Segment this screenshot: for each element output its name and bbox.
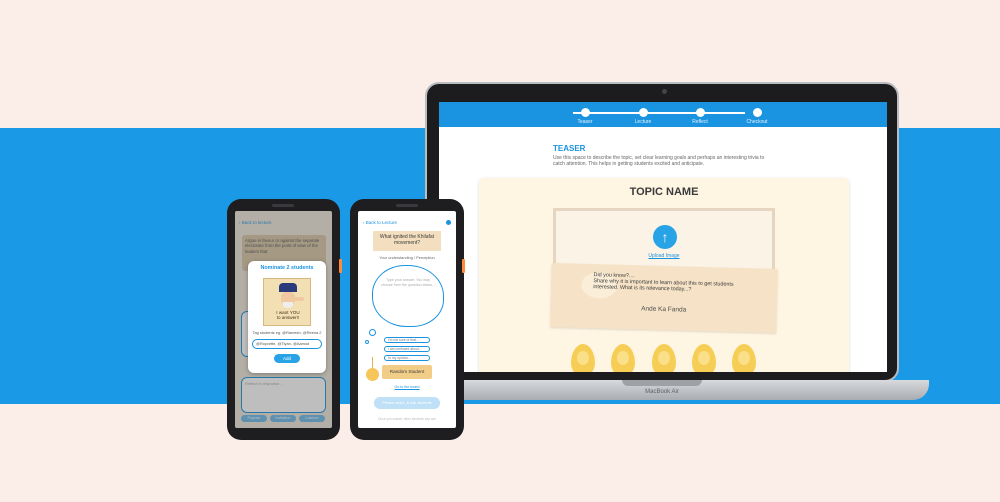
section-description: Use this space to describe the topic, se… <box>553 155 765 167</box>
laptop-lid: Teaser Lecture Reflect Checkout TEASER U… <box>425 82 899 382</box>
question-card: What ignited the Khilafat movement? <box>373 231 441 251</box>
trivia-text: Did you know?.... Share why it is import… <box>593 272 753 295</box>
back-link[interactable]: ‹ Back to Lecture <box>363 220 397 225</box>
tag-input[interactable]: @Roycette, @Tiyan, @Aamod <box>252 339 322 349</box>
thought-bubble-icon <box>369 329 376 336</box>
power-button <box>339 259 342 273</box>
trivia-card[interactable]: Did you know?.... Share why it is import… <box>550 263 778 333</box>
suggestion-pill[interactable]: I'm not sure of that... <box>384 337 430 343</box>
egg-icon[interactable] <box>732 344 756 372</box>
laptop-brand: MacBook Air <box>645 389 679 395</box>
egg-row <box>479 344 849 372</box>
beard-icon <box>283 302 293 308</box>
egg-icon[interactable] <box>611 344 635 372</box>
progress-stepper: Teaser Lecture Reflect Checkout <box>439 102 887 127</box>
step-label: Reflect <box>692 119 708 125</box>
step-label: Lecture <box>634 119 652 125</box>
reception-label: Your understanding / Perception <box>379 255 435 260</box>
egg-icon[interactable] <box>652 344 676 372</box>
step-dot-icon <box>695 108 705 117</box>
random-student-button[interactable]: Random Student <box>382 365 432 379</box>
step-label: Checkout <box>746 119 768 125</box>
showcase-stage: Teaser Lecture Reflect Checkout TEASER U… <box>0 0 1000 502</box>
laptop-base: MacBook Air <box>395 380 929 400</box>
laptop-notch <box>622 380 702 386</box>
egg-highlight <box>698 351 710 365</box>
poster-caption-line2: to answer!! <box>276 315 300 321</box>
step-teaser[interactable]: Teaser <box>565 108 605 125</box>
upload-image-link[interactable]: Upload Image <box>556 253 772 259</box>
egg-highlight <box>577 351 589 365</box>
suggestion-pill[interactable]: I am confused about... <box>384 346 430 352</box>
phone-right: ‹ Back to Lecture What ignited the Khila… <box>350 199 465 440</box>
answer-cloud-input[interactable]: Type your answer. You may choose from th… <box>372 265 444 327</box>
speaker-icon <box>272 204 294 207</box>
topic-name-heading[interactable]: TOPIC NAME <box>479 186 849 198</box>
trivia-author: Ande Ka Fanda <box>641 305 687 314</box>
board-link[interactable]: Go to the board <box>358 385 456 389</box>
add-button[interactable]: Add <box>274 354 300 363</box>
poster-caption: I want YOU to answer!! <box>264 310 312 320</box>
step-dot-icon <box>752 108 762 117</box>
egg-highlight <box>738 351 750 365</box>
phone-left-screen: ‹ Back to lecture Argue in favour or aga… <box>235 211 332 428</box>
step-reflect[interactable]: Reflect <box>680 108 720 125</box>
pointing-hand-icon <box>294 297 304 301</box>
camera-icon <box>662 89 667 94</box>
suggestion-pill[interactable]: In my opinion... <box>384 355 430 361</box>
arrow-up-icon[interactable]: ↑ <box>653 225 677 249</box>
section-title: TEASER <box>553 144 586 153</box>
phone-left: ‹ Back to lecture Argue in favour or aga… <box>227 199 342 440</box>
footnote: Once you submit, other students can see <box>378 417 436 421</box>
phone-right-screen: ‹ Back to Lecture What ignited the Khila… <box>358 211 456 428</box>
step-dot-icon <box>580 108 590 117</box>
uncle-sam-poster: I want YOU to answer!! <box>263 278 311 326</box>
laptop-screen: Teaser Lecture Reflect Checkout TEASER U… <box>439 102 887 372</box>
submit-button[interactable]: Please share, & ask students <box>374 397 440 409</box>
step-checkout[interactable]: Checkout <box>737 108 777 125</box>
speaker-icon <box>396 204 418 207</box>
tag-hint: Tag students eg. @Ramesh, @Reena 2 <box>252 330 322 335</box>
egg-highlight <box>617 351 629 365</box>
info-icon[interactable] <box>446 220 451 225</box>
egg-icon[interactable] <box>692 344 716 372</box>
modal-title: Nominate 2 students <box>260 265 314 271</box>
hat-icon <box>279 283 297 292</box>
step-dot-icon <box>638 108 648 117</box>
egg-highlight <box>658 351 670 365</box>
nominate-modal: Nominate 2 students I want YOU to answer… <box>248 261 326 373</box>
egg-icon[interactable] <box>571 344 595 372</box>
step-lecture[interactable]: Lecture <box>623 108 663 125</box>
topic-card: TOPIC NAME ↑ Upload Image Did you know?.… <box>479 178 849 372</box>
power-button <box>462 259 465 273</box>
random-tag-icon <box>366 368 379 381</box>
step-label: Teaser <box>577 119 593 125</box>
thought-bubble-icon <box>365 340 369 344</box>
